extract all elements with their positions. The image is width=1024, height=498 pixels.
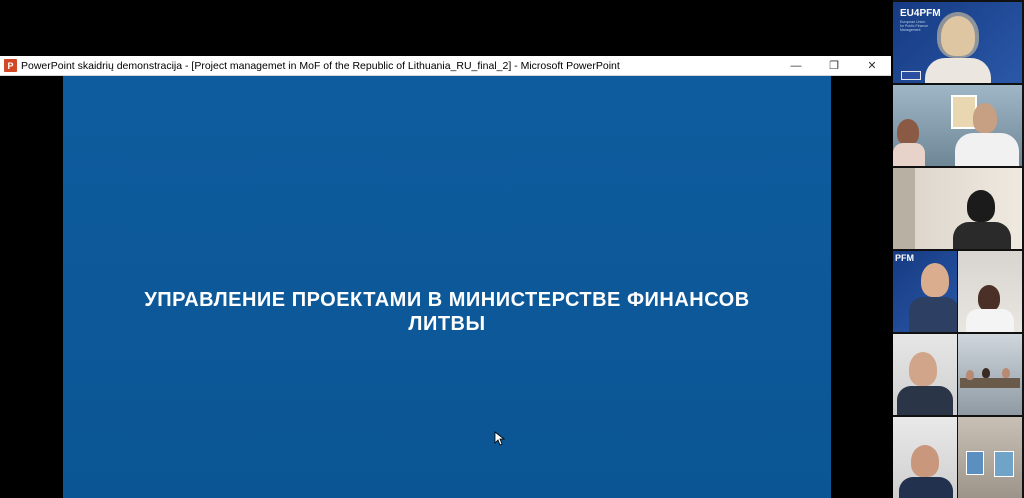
participant-avatar: [1002, 368, 1010, 378]
mouse-pointer-icon: [494, 431, 505, 446]
eu4pfm-logo: PFM: [895, 253, 914, 263]
presenter-body: [925, 58, 991, 83]
window-title: PowerPoint skaidrių demonstracija - [Pro…: [21, 59, 620, 72]
participant-body: [955, 133, 1019, 166]
minimize-icon[interactable]: —: [777, 56, 815, 75]
slide-title-line-1: УПРАВЛЕНИЕ ПРОЕКТАМИ В МИНИСТЕРСТВЕ ФИНА…: [144, 289, 750, 311]
presenter-hair: [937, 12, 979, 58]
presentation-slide[interactable]: УПРАВЛЕНИЕ ПРОЕКТАМИ В МИНИСТЕРСТВЕ ФИНА…: [63, 76, 831, 498]
participant-avatar: [897, 119, 919, 145]
wall-poster: [994, 451, 1014, 477]
participant-tile-4[interactable]: PFM: [893, 251, 1022, 332]
restore-icon[interactable]: ❐: [815, 56, 853, 75]
participant-subtile-left: [893, 417, 957, 498]
powerpoint-icon[interactable]: P: [4, 59, 17, 72]
participant-body: [899, 477, 953, 498]
participant-tile-3[interactable]: [893, 168, 1022, 249]
eu4pfm-tagline: European Union for Public Finance Manage…: [900, 20, 929, 32]
participant-subtile-right: [958, 334, 1022, 415]
participant-body: [893, 143, 925, 166]
participant-tile-presenter[interactable]: EU4PFM European Union for Public Finance…: [893, 2, 1022, 83]
participant-avatar: [911, 445, 939, 477]
participant-body: [909, 297, 957, 332]
eu4pfm-logo: EU4PFM: [900, 8, 941, 19]
participant-subtile-right: [958, 417, 1022, 498]
participant-avatar: [982, 368, 990, 378]
eu-flag-icon: [901, 71, 921, 80]
participant-avatar: [978, 285, 1000, 311]
window-controls: — ❐ ✕: [777, 56, 891, 75]
participant-tile-6[interactable]: [893, 417, 1022, 498]
participant-tile-2[interactable]: [893, 85, 1022, 166]
participant-avatar: [967, 190, 995, 222]
powerpoint-titlebar[interactable]: P PowerPoint skaidrių demonstracija - [P…: [0, 56, 891, 76]
slide-title: УПРАВЛЕНИЕ ПРОЕКТАМИ В МИНИСТЕРСТВЕ ФИНА…: [63, 288, 831, 336]
participant-subtile-left: [893, 334, 957, 415]
participant-avatar: [973, 103, 997, 133]
participant-tile-5[interactable]: [893, 334, 1022, 415]
participant-body: [966, 309, 1014, 332]
slide-title-line-2: ЛИТВЫ: [408, 313, 486, 335]
participant-avatar: [921, 263, 949, 297]
participant-avatar: [966, 370, 974, 380]
participant-subtile-right: [958, 251, 1022, 332]
participant-avatar: [909, 352, 937, 386]
close-icon[interactable]: ✕: [853, 56, 891, 75]
window-frame: [893, 168, 915, 249]
participant-body: [897, 386, 953, 415]
participant-subtile-left: PFM: [893, 251, 957, 332]
wall-poster: [966, 451, 984, 475]
participant-gallery: EU4PFM European Union for Public Finance…: [893, 0, 1024, 498]
participant-body: [953, 222, 1011, 249]
